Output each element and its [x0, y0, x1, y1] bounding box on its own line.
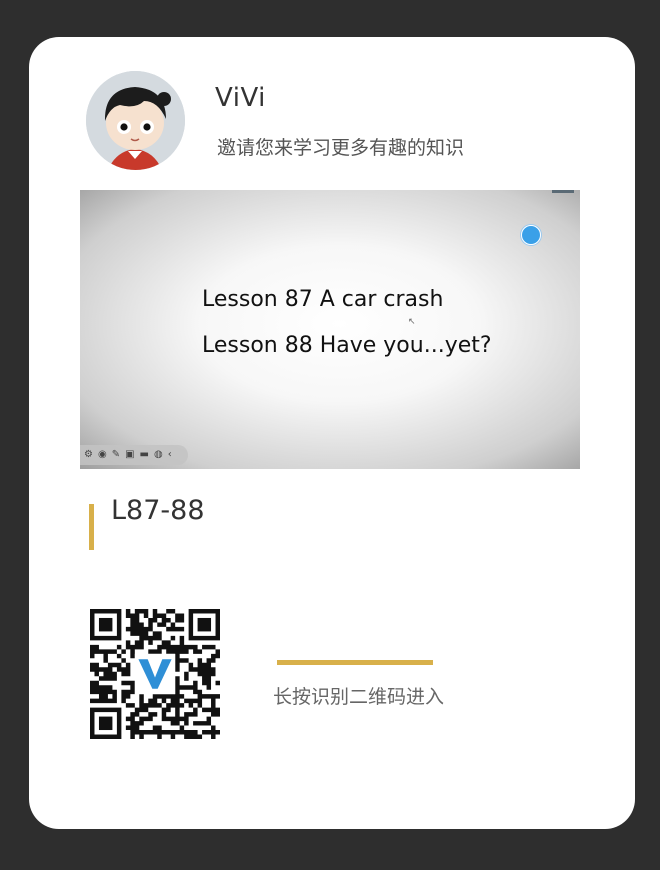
qr-finder-pattern [90, 707, 122, 739]
qr-logo-icon [134, 653, 176, 695]
qr-hint-text: 长按识别二维码进入 [273, 686, 445, 708]
collapse-icon[interactable]: ‹ [168, 445, 172, 465]
avatar[interactable] [86, 71, 185, 170]
video-thumbnail[interactable]: Lesson 87 A car crash Lesson 88 Have you… [80, 190, 580, 469]
target-icon[interactable]: ◉ [98, 445, 107, 465]
settings-icon[interactable]: ⚙ [84, 445, 93, 465]
invite-text: 邀请您来学习更多有趣的知识 [217, 137, 465, 159]
qr-finder-pattern [90, 609, 122, 641]
share-card: ViVi 邀请您来学习更多有趣的知识 Lesson 87 A car crash… [29, 37, 635, 829]
globe-icon[interactable]: ◍ [154, 445, 163, 465]
mouse-cursor-icon: ↖ [408, 317, 416, 327]
select-icon[interactable]: ▣ [125, 445, 134, 465]
title-accent-bar [89, 504, 94, 550]
slide-line-2: Lesson 88 Have you...yet? [202, 333, 492, 358]
lesson-title: L87-88 [111, 495, 205, 526]
slide-line-1: Lesson 87 A car crash [202, 287, 444, 312]
video-toolbar: ⚙ ◉ ✎ ▣ ▬ ◍ ‹ [80, 445, 188, 465]
window-indicator [552, 190, 574, 193]
qr-finder-pattern [188, 609, 220, 641]
screen-icon[interactable]: ▬ [140, 445, 149, 465]
record-indicator-icon [521, 225, 541, 245]
username: ViVi [215, 83, 266, 113]
divider-line [277, 660, 433, 665]
pen-icon[interactable]: ✎ [112, 445, 120, 465]
qr-code[interactable] [90, 609, 220, 739]
